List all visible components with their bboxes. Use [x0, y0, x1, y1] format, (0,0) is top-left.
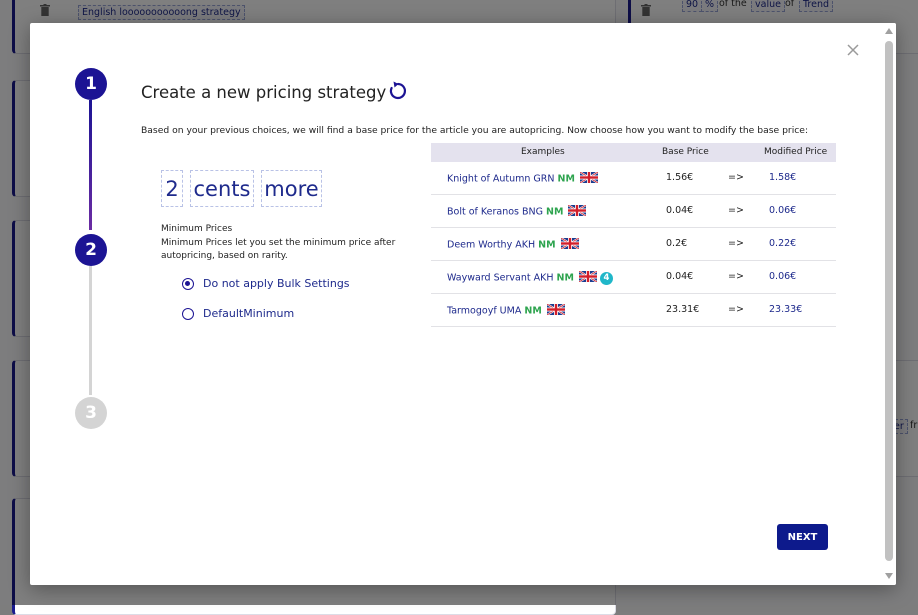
step-2[interactable]: 2: [75, 234, 107, 266]
condition-label: NM: [556, 272, 574, 284]
modifier-unit[interactable]: cents: [190, 170, 254, 207]
stepper-line-completed: [89, 100, 92, 230]
table-row: Deem Worthy AKH NM 0.2€ => 0.22€: [431, 228, 836, 261]
header-base-price: Base Price: [662, 147, 709, 157]
condition-label: NM: [524, 305, 542, 317]
step-3: 3: [75, 397, 107, 429]
uk-flag-icon: [578, 270, 598, 285]
table-row: Knight of Autumn GRN NM 1.56€ => 1.58€: [431, 162, 836, 195]
card-name[interactable]: Knight of Autumn GRN: [447, 174, 555, 185]
arrow-label: =>: [728, 304, 744, 315]
modified-price: 0.22€: [769, 238, 797, 249]
quantity-badge: 4: [599, 271, 613, 285]
close-icon[interactable]: [844, 41, 862, 59]
card-cell: Bolt of Keranos BNG NM: [447, 204, 588, 219]
modified-price: 0.06€: [769, 205, 797, 216]
card-name[interactable]: Bolt of Keranos BNG: [447, 207, 543, 218]
card-name[interactable]: Tarmogoyf UMA: [447, 306, 521, 317]
examples-table: Examples Base Price Modified Price Knigh…: [431, 143, 836, 327]
minimum-prices-title: Minimum Prices: [161, 224, 233, 234]
base-price: 1.56€: [666, 172, 694, 183]
card-name[interactable]: Wayward Servant AKH: [447, 273, 553, 284]
pricing-strategy-modal: 1 2 3 Create a new pricing strategy Base…: [30, 23, 896, 585]
radio-button[interactable]: [182, 307, 194, 320]
uk-flag-icon: [579, 171, 599, 186]
uk-flag-icon: [560, 237, 580, 252]
base-price: 23.31€: [666, 304, 700, 315]
card-cell: Tarmogoyf UMA NM: [447, 303, 566, 318]
modified-price: 1.58€: [769, 172, 797, 183]
uk-flag-icon: [546, 303, 566, 318]
arrow-label: =>: [728, 172, 744, 183]
header-modified-price: Modified Price: [764, 147, 828, 157]
table-row: Tarmogoyf UMA NM 23.31€ => 23.33€: [431, 294, 836, 327]
next-button[interactable]: NEXT: [777, 524, 828, 550]
radio-option-default-minimum[interactable]: DefaultMinimum: [182, 307, 294, 320]
table-row: Wayward Servant AKH NM 4 0.04€ => 0.06€: [431, 261, 836, 294]
scroll-down-icon[interactable]: [885, 573, 893, 579]
radio-button-checked[interactable]: [182, 277, 194, 290]
modifier-amount[interactable]: 2: [161, 170, 183, 207]
header-examples: Examples: [521, 147, 565, 157]
card-cell: Knight of Autumn GRN NM: [447, 171, 599, 186]
card-name[interactable]: Deem Worthy AKH: [447, 240, 535, 251]
base-price: 0.04€: [666, 205, 694, 216]
arrow-label: =>: [728, 271, 744, 282]
reset-icon[interactable]: [387, 79, 409, 101]
radio-label: DefaultMinimum: [203, 307, 295, 320]
modified-price: 0.06€: [769, 271, 797, 282]
radio-option-bulk-settings[interactable]: Do not apply Bulk Settings: [182, 277, 350, 290]
table-header: Examples Base Price Modified Price: [431, 143, 836, 162]
minimum-prices-description: Minimum Prices let you set the minimum p…: [161, 238, 396, 261]
arrow-label: =>: [728, 205, 744, 216]
step-1[interactable]: 1: [75, 68, 107, 100]
modifier-direction[interactable]: more: [261, 170, 322, 207]
uk-flag-icon: [567, 204, 588, 219]
base-price: 0.2€: [666, 238, 688, 249]
table-row: Bolt of Keranos BNG NM 0.04€ => 0.06€: [431, 195, 836, 228]
condition-label: NM: [538, 239, 556, 251]
card-cell: Deem Worthy AKH NM: [447, 237, 580, 252]
scrollbar-thumb[interactable]: [885, 41, 893, 561]
radio-label: Do not apply Bulk Settings: [203, 277, 350, 290]
modal-scrollbar[interactable]: [882, 23, 896, 585]
base-price: 0.04€: [666, 271, 694, 282]
stepper-line-pending: [89, 266, 92, 395]
modal-title: Create a new pricing strategy: [141, 83, 387, 102]
arrow-label: =>: [728, 238, 744, 249]
card-cell: Wayward Servant AKH NM 4: [447, 270, 613, 285]
modified-price: 23.33€: [769, 304, 803, 315]
modal-subtitle: Based on your previous choices, we will …: [141, 125, 809, 136]
condition-label: NM: [557, 173, 575, 185]
scroll-up-icon[interactable]: [885, 28, 893, 34]
condition-label: NM: [546, 206, 564, 218]
